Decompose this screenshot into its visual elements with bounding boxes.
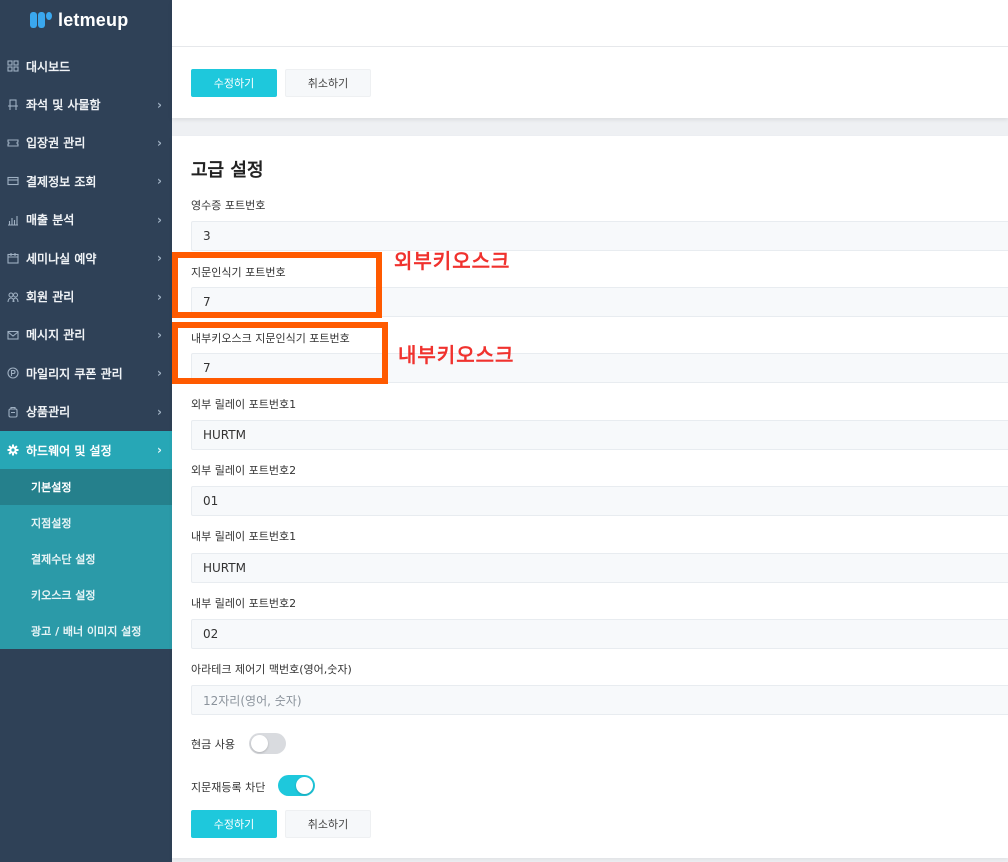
product-icon: [6, 405, 20, 419]
brand-name: letmeup: [58, 9, 129, 30]
sidebar-item-label: 메시지 관리: [26, 328, 86, 343]
bar-chart-icon: [6, 213, 20, 227]
cash-use-toggle[interactable]: [249, 733, 286, 754]
brand-logo[interactable]: letmeup: [0, 0, 172, 40]
annotation-label-internal: 내부키오스크: [398, 343, 515, 367]
chevron-right-icon: ›: [157, 366, 162, 381]
sidebar: letmeup 대시보드 좌석 및 사물함 › 입장권 관리 › 결제정보 조회…: [0, 0, 172, 862]
chevron-right-icon: ›: [157, 135, 162, 150]
section-title: 고급 설정: [191, 160, 264, 181]
sidebar-item-messages[interactable]: 메시지 관리 ›: [0, 316, 172, 354]
submenu-item-kiosk-settings[interactable]: 키오스크 설정: [0, 577, 172, 613]
toggle-knob: [251, 735, 268, 752]
main-content: 수정하기 취소하기 고급 설정 영수증 포트번호 3 지문인식기 포트번호 7 …: [172, 0, 1008, 862]
chevron-right-icon: ›: [157, 404, 162, 419]
submenu-item-payment-method-settings[interactable]: 결제수단 설정: [0, 541, 172, 577]
card-icon: [6, 174, 20, 188]
logo-mark-icon: [30, 12, 52, 28]
submenu-item-basic-settings[interactable]: 기본설정: [0, 469, 172, 506]
external-relay-port2-input[interactable]: 01: [191, 486, 1008, 516]
submenu-item-banner-settings[interactable]: 광고 / 배너 이미지 설정: [0, 613, 172, 649]
sidebar-item-seminar[interactable]: 세미나실 예약 ›: [0, 239, 172, 277]
save-button[interactable]: 수정하기: [191, 810, 277, 838]
sidebar-item-label: 세미나실 예약: [26, 251, 97, 266]
cancel-button[interactable]: 취소하기: [285, 69, 371, 97]
seat-icon: [6, 98, 20, 112]
advanced-settings-card: 고급 설정 영수증 포트번호 3 지문인식기 포트번호 7 내부키오스크 지문인…: [172, 136, 1008, 858]
external-relay-port1-label: 외부 릴레이 포트번호1: [191, 398, 297, 411]
users-icon: [6, 290, 20, 304]
cash-use-label: 현금 사용: [191, 738, 235, 751]
sidebar-item-label: 하드웨어 및 설정: [26, 443, 112, 458]
sidebar-item-label: 결제정보 조회: [26, 174, 97, 189]
sidebar-item-sales[interactable]: 매출 분석 ›: [0, 201, 172, 239]
sidebar-item-label: 회원 관리: [26, 290, 75, 305]
sidebar-item-label: 입장권 관리: [26, 136, 86, 151]
sidebar-item-products[interactable]: 상품관리 ›: [0, 393, 172, 431]
external-relay-port2-label: 외부 릴레이 포트번호2: [191, 464, 297, 477]
sidebar-item-label: 매출 분석: [26, 213, 75, 228]
fingerprint-reregister-block-toggle[interactable]: [278, 775, 315, 796]
aratech-mac-label: 아라테크 제어기 맥번호(영어,숫자): [191, 663, 352, 676]
save-button[interactable]: 수정하기: [191, 69, 277, 97]
fingerprint-reregister-block-label: 지문재등록 차단: [191, 781, 266, 794]
divider: [172, 46, 1008, 47]
internal-relay-port1-label: 내부 릴레이 포트번호1: [191, 530, 297, 543]
sidebar-item-label: 마일리지 쿠폰 관리: [26, 366, 123, 381]
chevron-right-icon: ›: [157, 97, 162, 112]
external-relay-port1-input[interactable]: HURTM: [191, 420, 1008, 450]
sidebar-item-tickets[interactable]: 입장권 관리 ›: [0, 124, 172, 162]
sidebar-menu: 대시보드 좌석 및 사물함 › 입장권 관리 › 결제정보 조회 › 매출 분석…: [0, 47, 172, 470]
chevron-right-icon: ›: [157, 443, 162, 458]
sidebar-item-payments[interactable]: 결제정보 조회 ›: [0, 162, 172, 200]
receipt-port-label: 영수증 포트번호: [191, 199, 266, 212]
dashboard-icon: [6, 59, 20, 73]
point-icon: [6, 366, 20, 380]
chevron-right-icon: ›: [157, 174, 162, 189]
sidebar-item-label: 상품관리: [26, 405, 71, 420]
calendar-icon: [6, 251, 20, 265]
sidebar-submenu: 기본설정 지점설정 결제수단 설정 키오스크 설정 광고 / 배너 이미지 설정: [0, 469, 172, 650]
gear-icon: [6, 443, 20, 457]
aratech-mac-input[interactable]: 12자리(영어, 숫자): [191, 685, 1008, 715]
top-action-card: 수정하기 취소하기: [172, 0, 1008, 118]
chevron-right-icon: ›: [157, 327, 162, 342]
annotation-box-internal: [172, 322, 388, 384]
cancel-button[interactable]: 취소하기: [285, 810, 371, 838]
sidebar-item-seats[interactable]: 좌석 및 사물함 ›: [0, 85, 172, 123]
sidebar-item-dashboard[interactable]: 대시보드: [0, 47, 172, 85]
chevron-right-icon: ›: [157, 212, 162, 227]
mail-icon: [6, 328, 20, 342]
sidebar-item-members[interactable]: 회원 관리 ›: [0, 277, 172, 315]
submenu-item-branch-settings[interactable]: 지점설정: [0, 505, 172, 541]
sidebar-item-label: 좌석 및 사물함: [26, 98, 101, 113]
annotation-box-external: [172, 252, 382, 318]
internal-relay-port2-label: 내부 릴레이 포트번호2: [191, 597, 297, 610]
sidebar-item-mileage[interactable]: 마일리지 쿠폰 관리 ›: [0, 354, 172, 392]
chevron-right-icon: ›: [157, 289, 162, 304]
internal-relay-port2-input[interactable]: 02: [191, 619, 1008, 649]
receipt-port-input[interactable]: 3: [191, 221, 1008, 251]
ticket-icon: [6, 136, 20, 150]
sidebar-item-hardware[interactable]: 하드웨어 및 설정 ›: [0, 430, 172, 470]
sidebar-item-label: 대시보드: [26, 59, 71, 74]
internal-relay-port1-input[interactable]: HURTM: [191, 553, 1008, 583]
toggle-knob: [296, 777, 313, 794]
annotation-label-external: 외부키오스크: [394, 249, 511, 273]
chevron-right-icon: ›: [157, 251, 162, 266]
